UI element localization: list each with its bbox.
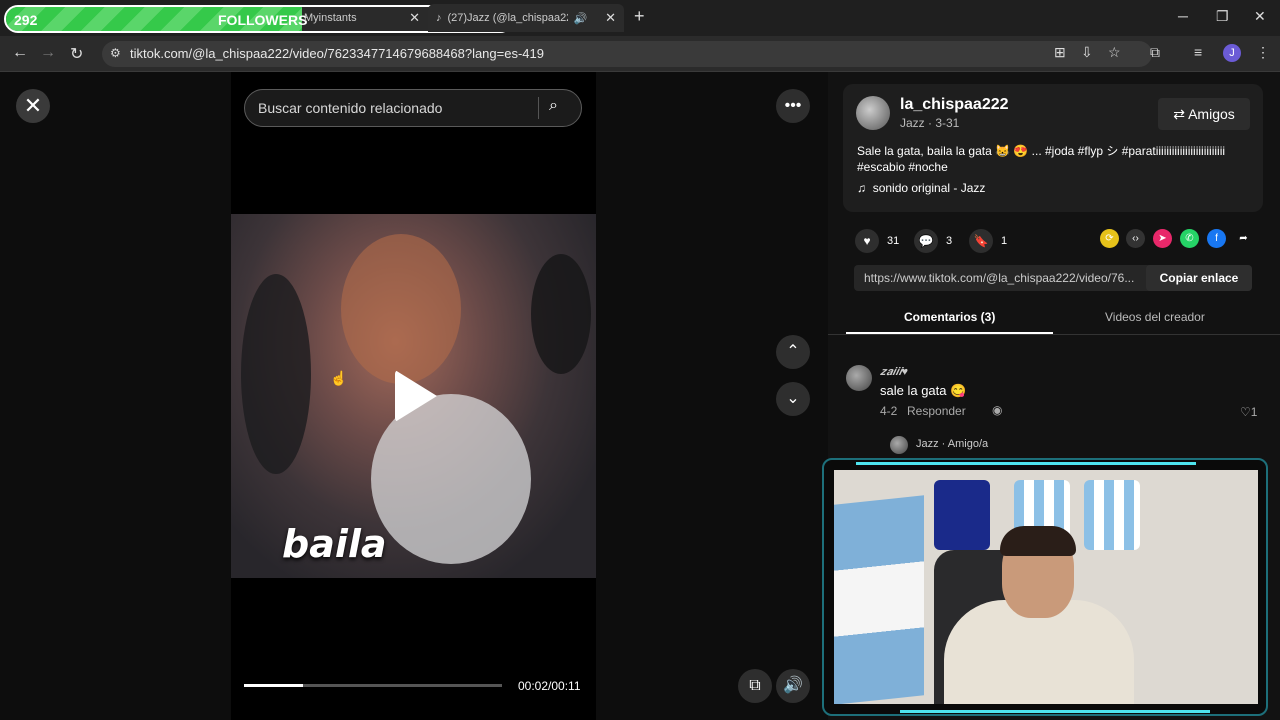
install-icon[interactable]: ⇩ bbox=[1081, 44, 1093, 61]
pip-button[interactable]: ⧉ bbox=[738, 669, 772, 703]
music-row[interactable]: ♫ sonido original - Jazz bbox=[857, 181, 985, 195]
post-link[interactable]: https://www.tiktok.com/@la_chispaa222/vi… bbox=[864, 271, 1134, 285]
more-options-button[interactable]: ••• bbox=[776, 89, 810, 123]
video-progress-bar[interactable] bbox=[244, 684, 502, 687]
speaker-icon[interactable]: 🔊 bbox=[574, 12, 588, 25]
send-icon[interactable]: ➤ bbox=[1153, 229, 1172, 248]
post-subline: Jazz · 3-31 bbox=[900, 116, 960, 130]
reload-icon[interactable]: ↻ bbox=[70, 44, 83, 64]
followers-label: FOLLOWERS bbox=[218, 12, 308, 28]
reply-author[interactable]: Jazz · Amigo/a bbox=[916, 438, 988, 450]
menu-icon[interactable]: ⋮ bbox=[1256, 44, 1270, 61]
video-blur-shape bbox=[531, 254, 591, 374]
play-icon[interactable] bbox=[395, 370, 437, 422]
copy-link-button[interactable]: Copiar enlace bbox=[1146, 265, 1252, 291]
avatar[interactable] bbox=[856, 96, 890, 130]
save-button[interactable]: 🔖 1 bbox=[969, 229, 1007, 253]
pip-icon: ⧉ bbox=[749, 677, 761, 694]
chevron-up-icon: ⌃ bbox=[786, 343, 800, 360]
url-text[interactable]: tiktok.com/@la_chispaa222/video/76233477… bbox=[130, 46, 544, 61]
search-divider bbox=[538, 97, 539, 119]
facebook-icon[interactable]: f bbox=[1207, 229, 1226, 248]
video-blur-shape bbox=[241, 274, 311, 474]
close-window-icon[interactable]: ✕ bbox=[1254, 8, 1266, 25]
tab-title: (27)Jazz (@la_chispaa222) | bbox=[447, 12, 568, 24]
music-note-icon: ♫ bbox=[857, 181, 870, 195]
media-controls-icon[interactable]: ≡ bbox=[1194, 44, 1202, 60]
more-icon: ••• bbox=[784, 97, 802, 114]
site-info-icon[interactable]: ⚙ bbox=[110, 46, 121, 60]
volume-icon: 🔊 bbox=[783, 677, 803, 694]
tab-tiktok[interactable]: ♪ (27)Jazz (@la_chispaa222) | 🔊 ✕ bbox=[428, 4, 624, 32]
video-progress-fill bbox=[244, 684, 304, 687]
video-blur-shape bbox=[341, 234, 461, 384]
forward-icon[interactable]: → bbox=[40, 44, 56, 62]
video-time: 00:02/00:11 bbox=[518, 679, 581, 693]
followers-count: 292 bbox=[14, 12, 38, 28]
argentina-flag bbox=[834, 495, 924, 704]
maximize-icon[interactable]: ❐ bbox=[1216, 8, 1229, 25]
heart-outline-icon: ♡ bbox=[1240, 405, 1251, 419]
post-description: Sale la gata, baila la gata 😸 😍 ... #jod… bbox=[857, 144, 1226, 174]
repost-icon[interactable]: ⟳ bbox=[1100, 229, 1119, 248]
jersey-shape bbox=[1084, 480, 1140, 550]
comment-button[interactable]: 💬 3 bbox=[914, 229, 952, 253]
tabs-divider bbox=[828, 334, 1280, 335]
reply-link[interactable]: Responder bbox=[907, 404, 966, 418]
browser-tab-bar: 292 FOLLOWERS 500 Myinstants ✕ ♪ (27)Jaz… bbox=[0, 0, 1280, 36]
friends-icon: ⇄ bbox=[1173, 106, 1189, 122]
profile-avatar[interactable]: J bbox=[1223, 44, 1241, 62]
close-video-button[interactable]: ✕ bbox=[16, 89, 50, 123]
person-hair-shape bbox=[1000, 526, 1076, 556]
tab-comments[interactable]: Comentarios (3) bbox=[904, 310, 995, 324]
tab-title: Myinstants bbox=[304, 12, 357, 24]
bookmark-icon: 🔖 bbox=[969, 229, 993, 253]
creator-like-icon: ◉ bbox=[992, 403, 1003, 417]
jersey-shape bbox=[934, 480, 990, 550]
back-icon[interactable]: ← bbox=[12, 44, 28, 62]
previous-video-button[interactable]: ⌃ bbox=[776, 335, 810, 369]
frame-glow bbox=[900, 710, 1210, 713]
tab-creator-videos[interactable]: Videos del creador bbox=[1105, 310, 1205, 324]
like-button[interactable]: ♥ 31 bbox=[855, 229, 899, 253]
whatsapp-icon[interactable]: ✆ bbox=[1180, 229, 1199, 248]
tiktok-icon: ♪ bbox=[436, 12, 442, 24]
close-tab-icon[interactable]: ✕ bbox=[409, 10, 420, 26]
chevron-down-icon: ⌄ bbox=[786, 390, 800, 407]
video-caption: baila bbox=[282, 522, 387, 566]
close-tab-icon[interactable]: ✕ bbox=[605, 10, 616, 26]
translate-icon[interactable]: ⊞ bbox=[1054, 44, 1066, 61]
search-icon[interactable]: ⌕ bbox=[549, 97, 558, 115]
reply-avatar[interactable] bbox=[890, 436, 908, 454]
comment-date: 4-2 bbox=[880, 404, 898, 418]
embed-icon[interactable]: ‹› bbox=[1126, 229, 1145, 248]
share-arrow-icon[interactable]: ➦ bbox=[1234, 229, 1253, 248]
search-input[interactable]: Buscar contenido relacionado bbox=[258, 100, 442, 116]
next-video-button[interactable]: ⌄ bbox=[776, 382, 810, 416]
frame-glow bbox=[856, 462, 1196, 465]
friends-label: Amigos bbox=[1188, 106, 1235, 122]
minimize-icon[interactable]: ─ bbox=[1178, 8, 1188, 24]
webcam-video bbox=[834, 470, 1258, 704]
friends-button[interactable]: ⇄ Amigos bbox=[1158, 98, 1250, 130]
comment-icon: 💬 bbox=[914, 229, 938, 253]
music-label: sonido original - Jazz bbox=[872, 181, 986, 195]
tab-myinstants[interactable]: Myinstants ✕ bbox=[304, 6, 420, 30]
comment-count: 3 bbox=[946, 235, 953, 247]
comment-avatar[interactable] bbox=[846, 365, 872, 391]
comment-author[interactable]: 𝒛𝒂𝒊𝒊𝒊♥ bbox=[880, 366, 908, 379]
comment-like-button[interactable]: ♡1 bbox=[1240, 405, 1257, 419]
comment-like-count: 1 bbox=[1250, 405, 1258, 419]
new-tab-icon[interactable]: + bbox=[634, 6, 645, 27]
close-icon: ✕ bbox=[23, 93, 43, 118]
like-count: 31 bbox=[887, 235, 900, 247]
heart-icon: ♥ bbox=[855, 229, 879, 253]
bookmark-star-icon[interactable]: ☆ bbox=[1108, 44, 1121, 61]
post-username[interactable]: la_chispaa222 bbox=[900, 96, 1009, 114]
comment-text: sale la gata 😋 bbox=[880, 383, 967, 398]
extensions-icon[interactable]: ⧉ bbox=[1150, 44, 1160, 61]
save-count: 1 bbox=[1001, 235, 1008, 247]
volume-button[interactable]: 🔊 bbox=[776, 669, 810, 703]
cursor-icon: ☝ bbox=[330, 370, 348, 386]
